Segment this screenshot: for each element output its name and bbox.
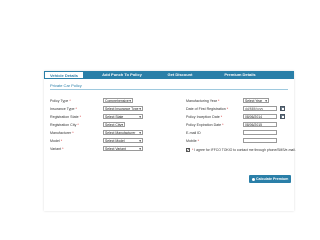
registration-state-select[interactable]: Select State ▾: [103, 114, 143, 119]
consent-checkbox[interactable]: [186, 148, 190, 152]
calculate-premium-button[interactable]: Calculate Premium: [249, 175, 292, 183]
calculator-icon: [252, 177, 255, 181]
consent-text: * I agree for IFFCO TOKIO to contact me …: [192, 148, 296, 152]
variant-label: Variant *: [50, 147, 64, 151]
chevron-down-icon: ▾: [139, 147, 141, 151]
first-registration-date-label: Date of First Registration *: [186, 107, 229, 111]
model-label: Model *: [50, 139, 63, 143]
tab-vehicle-details[interactable]: Vehicle Details: [44, 71, 84, 79]
chevron-down-icon: ▾: [139, 115, 141, 119]
registration-city-select[interactable]: Select City ▾: [103, 122, 125, 127]
model-select[interactable]: Select Model ▾: [103, 138, 143, 143]
policy-expiration-date-input[interactable]: 08/06/2015: [243, 122, 277, 127]
mobile-field[interactable]: [243, 138, 277, 143]
insurance-type-label: Insurance Type *: [50, 107, 77, 111]
calendar-icon[interactable]: [280, 106, 285, 111]
chevron-down-icon: ▾: [265, 99, 267, 103]
manufacturer-label: Manufacturer *: [50, 131, 74, 135]
chevron-down-icon: ▾: [139, 139, 141, 143]
email-field[interactable]: [243, 130, 277, 135]
chevron-down-icon: ▾: [139, 107, 141, 111]
tab-premium-details[interactable]: Premium Details: [218, 71, 262, 79]
mobile-label: Mobile *: [186, 139, 199, 143]
policy-type-label: Policy Type *: [50, 99, 71, 103]
first-registration-date-input[interactable]: dd/MM/yyyy: [243, 106, 277, 111]
manufacturing-year-label: Manufacturing Year *: [186, 99, 220, 103]
chevron-down-icon: ▾: [121, 123, 123, 127]
policy-expiration-date-label: Policy Expiration Date *: [186, 123, 224, 127]
manufacturing-year-select[interactable]: Select Year ▾: [243, 98, 269, 103]
insurance-type-select[interactable]: Select Insurance Type ▾: [103, 106, 143, 111]
chevron-down-icon: ▾: [139, 131, 141, 135]
policy-form-panel: Vehicle Details Add Punch To Policy Get …: [44, 71, 296, 211]
policy-inception-date-input[interactable]: 08/06/2014: [243, 114, 277, 119]
policy-inception-date-label: Policy Inception Date *: [186, 115, 223, 119]
registration-city-label: Registration City *: [50, 123, 79, 127]
section-title: Private Car Policy: [50, 83, 82, 88]
tab-get-discount[interactable]: Get Discount: [160, 71, 200, 79]
section-divider: [50, 89, 288, 90]
tab-add-punch-to-policy[interactable]: Add Punch To Policy: [102, 71, 142, 79]
calendar-icon[interactable]: [280, 114, 285, 119]
form-tabs: Vehicle Details Add Punch To Policy Get …: [44, 71, 294, 79]
manufacturer-select[interactable]: Select Manufacturer ▾: [103, 130, 143, 135]
chevron-down-icon: ▾: [129, 99, 131, 103]
variant-select[interactable]: Select Variant ▾: [103, 146, 143, 151]
registration-state-label: Registration State *: [50, 115, 81, 119]
email-label: E-mail ID: [186, 131, 201, 135]
policy-type-select[interactable]: Comprehensive ▾: [103, 98, 133, 103]
